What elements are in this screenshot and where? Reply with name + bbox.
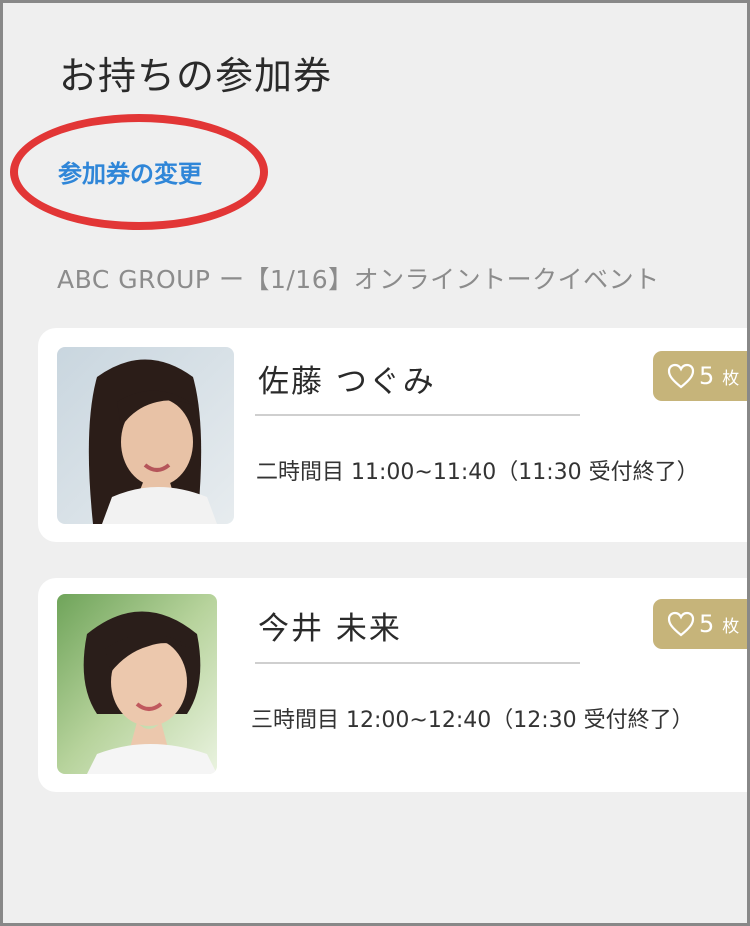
ticket-card[interactable]: 今井 未来 三時間目 12:00~12:40（12:30 受付終了） 5 枚 bbox=[38, 578, 747, 792]
change-ticket-link[interactable]: 参加券の変更 bbox=[58, 154, 202, 189]
ticket-unit: 枚 bbox=[722, 368, 740, 389]
member-photo bbox=[57, 347, 234, 524]
ticket-count: 5 bbox=[699, 610, 715, 638]
ticket-count: 5 bbox=[699, 362, 715, 390]
ticket-unit: 枚 bbox=[722, 616, 740, 637]
divider bbox=[255, 414, 580, 416]
event-name: ABC GROUP ー【1/16】オンライントークイベント bbox=[57, 265, 660, 294]
ticket-count-badge: 5 枚 bbox=[653, 351, 747, 401]
member-name: 今井 未来 bbox=[258, 611, 402, 647]
page-title: お持ちの参加券 bbox=[59, 54, 333, 98]
ticket-count-badge: 5 枚 bbox=[653, 599, 747, 649]
time-slot: 三時間目 12:00~12:40（12:30 受付終了） bbox=[251, 708, 694, 733]
member-photo bbox=[57, 594, 217, 774]
heart-outline-icon bbox=[667, 363, 695, 389]
screen: お持ちの参加券 参加券の変更 ABC GROUP ー【1/16】オンライントーク… bbox=[3, 3, 747, 923]
time-slot: 二時間目 11:00~11:40（11:30 受付終了） bbox=[256, 460, 699, 485]
ticket-card[interactable]: 佐藤 つぐみ 二時間目 11:00~11:40（11:30 受付終了） 5 枚 bbox=[38, 328, 747, 542]
divider bbox=[255, 662, 580, 664]
member-name: 佐藤 つぐみ bbox=[258, 364, 436, 400]
heart-outline-icon bbox=[667, 611, 695, 637]
